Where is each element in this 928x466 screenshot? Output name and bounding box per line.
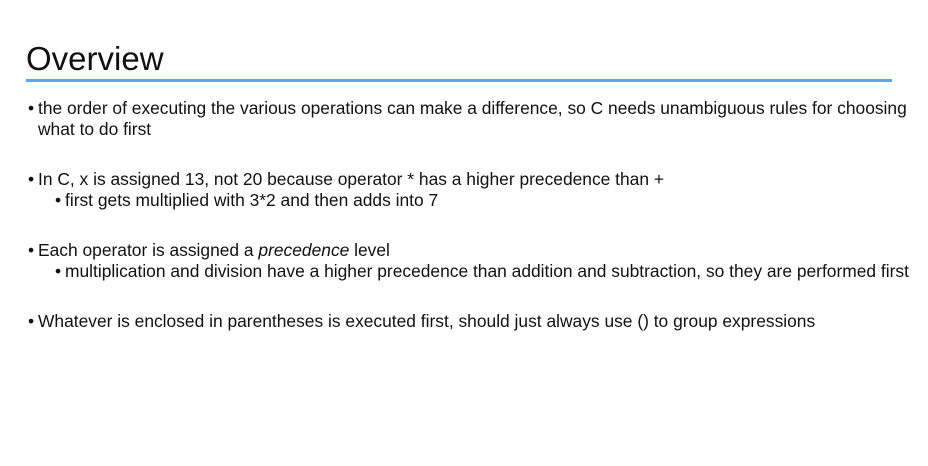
bullet-dot-icon: • xyxy=(28,311,35,331)
sub-bullet-item: • first gets multiplied with 3*2 and the… xyxy=(38,190,918,211)
bullet-text: Whatever is enclosed in parentheses is e… xyxy=(38,311,816,331)
sub-bullet-text: multiplication and division have a highe… xyxy=(65,261,909,281)
slide-title: Overview xyxy=(26,40,164,77)
bullet-item: • the order of executing the various ope… xyxy=(28,98,918,140)
bullet-text: In C, x is assigned 13, not 20 because o… xyxy=(38,169,664,189)
bullet-dot-icon: • xyxy=(28,169,35,189)
bullet-text-emphasis: precedence xyxy=(258,240,350,260)
slide: Overview • the order of executing the va… xyxy=(0,0,928,466)
bullet-text-after: level xyxy=(349,240,390,260)
sub-bullet-text: first gets multiplied with 3*2 and then … xyxy=(65,190,439,210)
bullet-text-before: Each operator is assigned a xyxy=(38,240,259,260)
bullet-item: • Each operator is assigned a precedence… xyxy=(28,240,918,282)
bullet-list: • the order of executing the various ope… xyxy=(28,98,918,332)
bullet-item: • In C, x is assigned 13, not 20 because… xyxy=(28,169,918,211)
sub-bullet-list: • first gets multiplied with 3*2 and the… xyxy=(38,190,918,211)
bullet-text: the order of executing the various opera… xyxy=(38,98,907,139)
sub-bullet-item: • multiplication and division have a hig… xyxy=(38,261,918,282)
sub-bullet-dot-icon: • xyxy=(55,190,62,210)
sub-bullet-list: • multiplication and division have a hig… xyxy=(38,261,918,282)
title-underline xyxy=(26,79,892,82)
bullet-item: • Whatever is enclosed in parentheses is… xyxy=(28,311,918,332)
bullet-dot-icon: • xyxy=(28,98,35,118)
sub-bullet-dot-icon: • xyxy=(55,261,62,281)
bullet-dot-icon: • xyxy=(28,240,35,260)
